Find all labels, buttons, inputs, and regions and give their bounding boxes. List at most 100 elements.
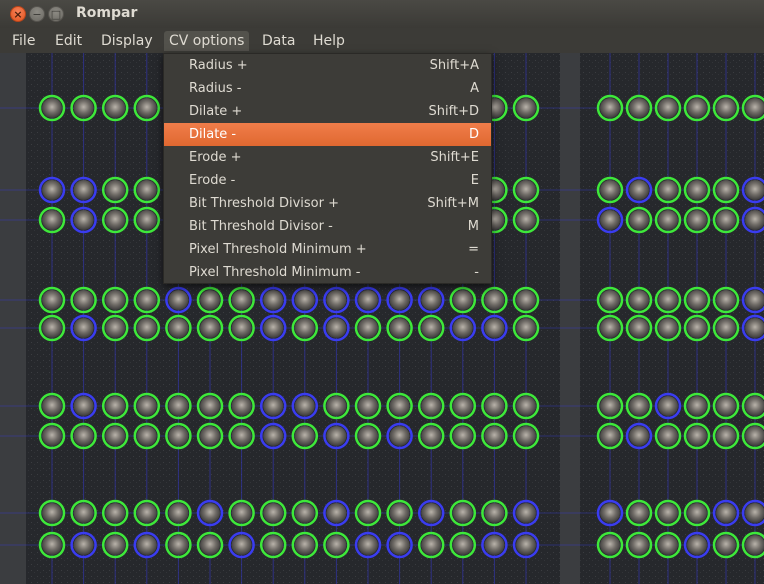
rom-bit-cell[interactable] [654,392,682,420]
rom-bit-cell[interactable] [386,392,413,420]
rom-bit-cell[interactable] [625,94,653,122]
rom-bit-cell[interactable] [101,176,129,204]
rom-bit-cell[interactable] [228,314,255,342]
rom-bit-cell[interactable] [683,499,711,527]
rom-bit-cell[interactable] [259,286,287,314]
rom-bit-cell[interactable] [133,286,161,314]
rom-bit-cell[interactable] [386,422,413,450]
rom-bit-cell[interactable] [512,94,540,122]
menu-item-erode-minus[interactable]: Erode - E [164,169,491,192]
rom-bit-cell[interactable] [654,206,682,234]
rom-bit-cell[interactable] [654,314,682,342]
rom-bit-cell[interactable] [449,314,477,342]
rom-bit-cell[interactable] [449,286,477,314]
rom-bit-cell[interactable] [512,286,540,314]
rom-bit-cell[interactable] [625,499,653,527]
rom-bit-cell[interactable] [625,314,653,342]
rom-bit-cell[interactable] [228,499,255,527]
rom-bit-cell[interactable] [133,176,161,204]
rom-bit-cell[interactable] [38,206,66,234]
rom-bit-cell[interactable] [683,286,711,314]
rom-bit-cell[interactable] [101,392,129,420]
rom-bit-cell[interactable] [38,176,66,204]
menu-help[interactable]: Help [308,31,350,51]
menu-edit[interactable]: Edit [50,31,87,51]
rom-bit-cell[interactable] [712,531,740,559]
close-window-button[interactable]: × [10,6,26,22]
rom-bit-cell[interactable] [712,392,740,420]
rom-bit-cell[interactable] [417,499,445,527]
rom-bit-cell[interactable] [70,314,97,342]
rom-bit-cell[interactable] [70,176,97,204]
rom-bit-cell[interactable] [101,94,129,122]
rom-bit-cell[interactable] [133,422,161,450]
menu-cv-options[interactable]: CV options [164,31,250,51]
rom-bit-cell[interactable] [512,499,540,527]
rom-bit-cell[interactable] [323,286,350,314]
rom-bit-cell[interactable] [165,286,192,314]
rom-bit-cell[interactable] [712,206,740,234]
menu-item-dilate-minus[interactable]: Dilate - D [164,123,491,146]
rom-bit-cell[interactable] [259,314,287,342]
rom-bit-cell[interactable] [596,499,624,527]
rom-bit-cell[interactable] [481,531,508,559]
rom-bit-cell[interactable] [654,286,682,314]
rom-bit-cell[interactable] [386,286,413,314]
rom-bit-cell[interactable] [259,422,287,450]
rom-bit-cell[interactable] [386,499,413,527]
rom-bit-cell[interactable] [291,314,319,342]
menu-file[interactable]: File [7,31,40,51]
rom-bit-cell[interactable] [481,499,508,527]
rom-bit-cell[interactable] [712,286,740,314]
rom-bit-cell[interactable] [228,531,255,559]
rom-bit-cell[interactable] [712,499,740,527]
rom-bit-cell[interactable] [481,392,508,420]
rom-bit-cell[interactable] [449,499,477,527]
rom-bit-cell[interactable] [512,422,540,450]
rom-bit-cell[interactable] [386,314,413,342]
rom-bit-cell[interactable] [625,176,653,204]
rom-bit-cell[interactable] [70,392,97,420]
rom-bit-cell[interactable] [70,499,97,527]
rom-bit-cell[interactable] [101,531,129,559]
rom-bit-cell[interactable] [596,392,624,420]
rom-bit-cell[interactable] [512,531,540,559]
rom-bit-cell[interactable] [70,422,97,450]
rom-bit-cell[interactable] [417,531,445,559]
rom-bit-cell[interactable] [654,531,682,559]
rom-bit-cell[interactable] [449,392,477,420]
rom-bit-cell[interactable] [323,499,350,527]
rom-bit-cell[interactable] [165,392,192,420]
rom-bit-cell[interactable] [196,314,224,342]
rom-bit-cell[interactable] [101,499,129,527]
menu-display[interactable]: Display [96,31,158,51]
rom-bit-cell[interactable] [625,531,653,559]
rom-bit-cell[interactable] [654,499,682,527]
rom-bit-cell[interactable] [38,499,66,527]
rom-bit-cell[interactable] [512,206,540,234]
rom-bit-cell[interactable] [165,499,192,527]
rom-bit-cell[interactable] [712,314,740,342]
rom-bit-cell[interactable] [133,206,161,234]
rom-bit-cell[interactable] [70,531,97,559]
rom-bit-cell[interactable] [133,314,161,342]
rom-bit-cell[interactable] [654,176,682,204]
rom-bit-cell[interactable] [323,392,350,420]
rom-bit-cell[interactable] [70,286,97,314]
rom-bit-cell[interactable] [596,94,624,122]
rom-bit-cell[interactable] [596,422,624,450]
rom-bit-cell[interactable] [683,206,711,234]
rom-bit-cell[interactable] [196,392,224,420]
rom-bit-cell[interactable] [625,206,653,234]
rom-bit-cell[interactable] [196,422,224,450]
rom-bit-cell[interactable] [417,422,445,450]
rom-bit-cell[interactable] [654,422,682,450]
rom-bit-cell[interactable] [165,422,192,450]
rom-bit-cell[interactable] [165,531,192,559]
rom-bit-cell[interactable] [196,499,224,527]
rom-bit-cell[interactable] [596,176,624,204]
rom-bit-cell[interactable] [291,531,319,559]
rom-bit-cell[interactable] [417,286,445,314]
rom-bit-cell[interactable] [323,314,350,342]
rom-bit-cell[interactable] [133,499,161,527]
